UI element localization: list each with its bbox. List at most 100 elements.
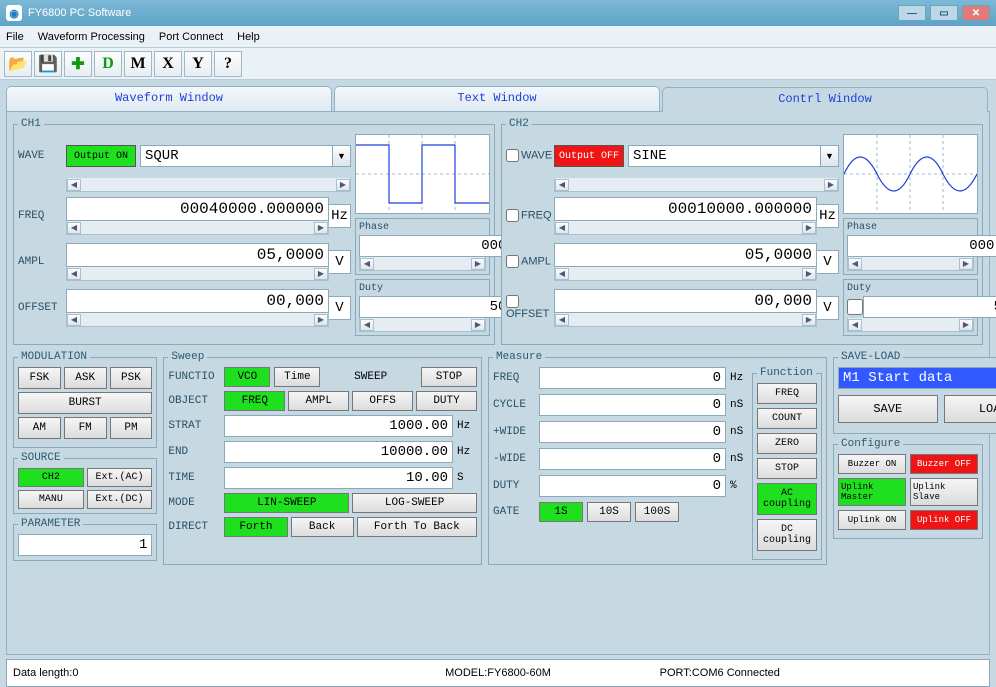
meas-duty-input[interactable]	[539, 475, 726, 497]
toolbar-x[interactable]: X	[154, 51, 182, 77]
sweep-log[interactable]: LOG-SWEEP	[352, 493, 477, 513]
sweep-lin[interactable]: LIN-SWEEP	[224, 493, 349, 513]
mod-pm[interactable]: PM	[110, 417, 153, 439]
tab-waveform[interactable]: Waveform Window	[6, 86, 332, 111]
mod-psk[interactable]: PSK	[110, 367, 153, 389]
saveload-slot[interactable]	[838, 367, 996, 389]
ch2-duty-check[interactable]	[847, 296, 863, 318]
status-model: MODEL:FY6800-60M	[336, 667, 659, 679]
ch1-wave-scrollbar[interactable]: ◀▶	[66, 178, 351, 192]
menu-port-connect[interactable]: Port Connect	[159, 31, 223, 43]
sweep-stop[interactable]: STOP	[421, 367, 477, 387]
gate-10s[interactable]: 10S	[587, 502, 631, 522]
uplink-slave[interactable]: Uplink Slave	[910, 478, 978, 506]
func-freq[interactable]: FREQ	[757, 383, 817, 404]
mod-ask[interactable]: ASK	[64, 367, 107, 389]
ch2-offset-check[interactable]	[506, 295, 519, 308]
meas-nwide-input[interactable]	[539, 448, 726, 470]
toolbar-save[interactable]: 💾	[34, 51, 62, 77]
sweep-obj-duty[interactable]: DUTY	[416, 391, 477, 411]
ch1-duty-scrollbar[interactable]: ◀▶	[359, 318, 486, 332]
gate-1s[interactable]: 1S	[539, 502, 583, 522]
ch1-offset-scrollbar[interactable]: ◀▶	[66, 313, 329, 327]
ch2-wave-dropdown-icon[interactable]: ▼	[821, 145, 839, 167]
gate-100s[interactable]: 100S	[635, 502, 679, 522]
src-ext-dc[interactable]: Ext.(DC)	[87, 490, 153, 509]
uplink-on[interactable]: Uplink ON	[838, 510, 906, 530]
sweep-end-input[interactable]	[224, 441, 453, 463]
menu-help[interactable]: Help	[237, 31, 260, 43]
minimize-button[interactable]: —	[898, 5, 926, 21]
toolbar-open[interactable]: 📂	[4, 51, 32, 77]
mod-burst[interactable]: BURST	[18, 392, 152, 414]
ch2-wave-scrollbar[interactable]: ◀▶	[554, 178, 839, 192]
meas-cycle-input[interactable]	[539, 394, 726, 416]
sweep-time-input[interactable]	[224, 467, 453, 489]
menu-waveform-processing[interactable]: Waveform Processing	[38, 31, 145, 43]
ch2-wave-check[interactable]	[506, 149, 519, 162]
ch2-freq-scrollbar[interactable]: ◀▶	[554, 221, 817, 235]
sweep-obj-ampl[interactable]: AMPL	[288, 391, 349, 411]
ch2-ampl-input[interactable]	[554, 243, 817, 267]
toolbar-help[interactable]: ?	[214, 51, 242, 77]
meas-freq-input[interactable]	[539, 367, 726, 389]
sweep-forth[interactable]: Forth	[224, 517, 287, 537]
src-ext-ac[interactable]: Ext.(AC)	[87, 468, 153, 487]
buzzer-on[interactable]: Buzzer ON	[838, 454, 906, 474]
ch1-phase-scrollbar[interactable]: ◀▶	[359, 257, 486, 271]
func-count[interactable]: COUNT	[757, 408, 817, 429]
ch2-duty-input[interactable]	[863, 296, 996, 318]
func-stop[interactable]: STOP	[757, 458, 817, 479]
ch1-offset-input[interactable]	[66, 289, 329, 313]
toolbar-add[interactable]: ✚	[64, 51, 92, 77]
ch2-phase-scrollbar[interactable]: ◀▶	[847, 257, 974, 271]
uplink-off[interactable]: Uplink OFF	[910, 510, 978, 530]
ch2-output-button[interactable]: Output OFF	[554, 145, 624, 167]
sweep-start-input[interactable]	[224, 415, 453, 437]
sweep-ftb[interactable]: Forth To Back	[357, 517, 477, 537]
ch1-ampl-input[interactable]	[66, 243, 329, 267]
ch2-wave-select[interactable]	[628, 145, 821, 167]
sweep-vco[interactable]: VCO	[224, 367, 270, 387]
ch1-ampl-scrollbar[interactable]: ◀▶	[66, 267, 329, 281]
ch2-ampl-check[interactable]	[506, 255, 519, 268]
ch2-phase-input[interactable]	[847, 235, 996, 257]
maximize-button[interactable]: ▭	[930, 5, 958, 21]
toolbar-m[interactable]: M	[124, 51, 152, 77]
menu-file[interactable]: File	[6, 31, 24, 43]
load-button[interactable]: LOAD	[944, 395, 996, 423]
sweep-back[interactable]: Back	[291, 517, 354, 537]
func-dc-coupling[interactable]: DC coupling	[757, 519, 817, 551]
ch2-offset-scrollbar[interactable]: ◀▶	[554, 313, 817, 327]
func-ac-coupling[interactable]: AC coupling	[757, 483, 817, 515]
mod-fm[interactable]: FM	[64, 417, 107, 439]
ch1-output-button[interactable]: Output ON	[66, 145, 136, 167]
mod-am[interactable]: AM	[18, 417, 61, 439]
close-button[interactable]: ✕	[962, 5, 990, 21]
toolbar-d[interactable]: D	[94, 51, 122, 77]
ch2-ampl-scrollbar[interactable]: ◀▶	[554, 267, 817, 281]
sweep-obj-freq[interactable]: FREQ	[224, 391, 285, 411]
src-manu[interactable]: MANU	[18, 490, 84, 509]
tab-control[interactable]: Contrl Window	[662, 87, 988, 112]
sweep-obj-offs[interactable]: OFFS	[352, 391, 413, 411]
buzzer-off[interactable]: Buzzer OFF	[910, 454, 978, 474]
ch1-freq-scrollbar[interactable]: ◀▶	[66, 221, 329, 235]
ch1-freq-input[interactable]	[66, 197, 329, 221]
parameter-input[interactable]	[18, 534, 152, 556]
ch2-offset-input[interactable]	[554, 289, 817, 313]
save-button[interactable]: SAVE	[838, 395, 938, 423]
tab-text[interactable]: Text Window	[334, 86, 660, 111]
ch1-wave-dropdown-icon[interactable]: ▼	[333, 145, 351, 167]
ch1-wave-select[interactable]	[140, 145, 333, 167]
src-ch2[interactable]: CH2	[18, 468, 84, 487]
func-zero[interactable]: ZERO	[757, 433, 817, 454]
mod-fsk[interactable]: FSK	[18, 367, 61, 389]
sweep-time[interactable]: Time	[274, 367, 320, 387]
ch2-freq-input[interactable]	[554, 197, 817, 221]
toolbar-y[interactable]: Y	[184, 51, 212, 77]
uplink-master[interactable]: Uplink Master	[838, 478, 906, 506]
ch2-freq-check[interactable]	[506, 209, 519, 222]
ch2-duty-scrollbar[interactable]: ◀▶	[847, 318, 974, 332]
meas-pwide-input[interactable]	[539, 421, 726, 443]
